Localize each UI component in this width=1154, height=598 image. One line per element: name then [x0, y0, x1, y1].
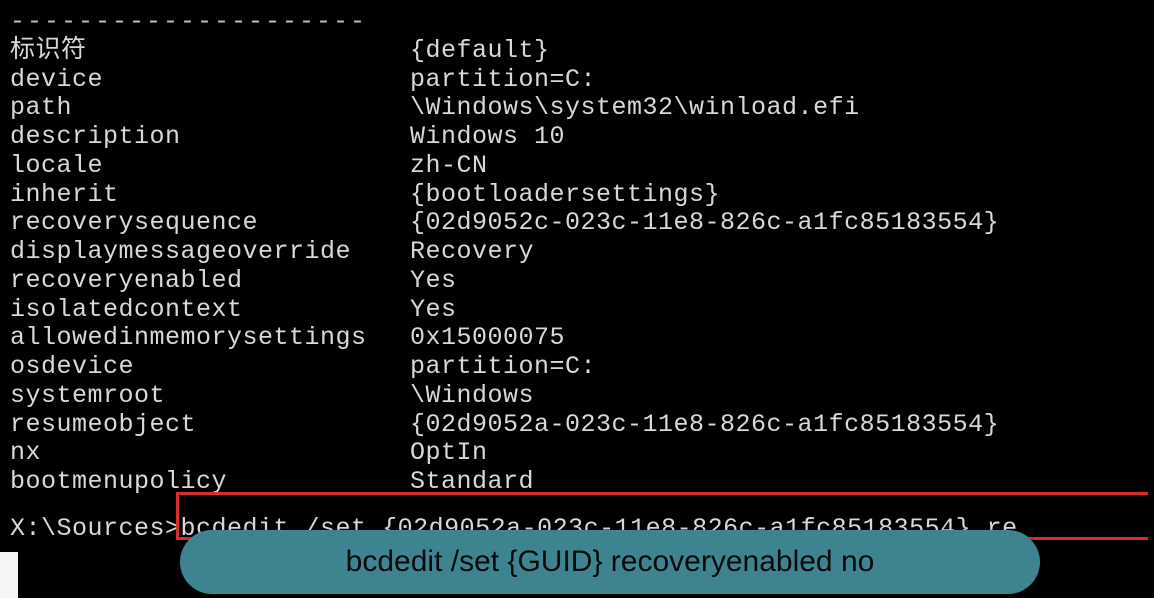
bcd-entry-row: allowedinmemorysettings 0x15000075: [10, 324, 1144, 353]
bcd-key-displaymessageoverride: displaymessageoverride: [10, 238, 410, 267]
bcd-value-allowedinmemorysettings: 0x15000075: [410, 324, 565, 353]
bcd-value-path: \Windows\system32\winload.efi: [410, 94, 860, 123]
terminal-window[interactable]: --------------------- 标识符 {default} devi…: [0, 0, 1154, 598]
bcd-entry-row: device partition=C:: [10, 66, 1144, 95]
bcd-entry-row: recoverysequence {02d9052c-023c-11e8-826…: [10, 209, 1144, 238]
bcd-value-recoveryenabled: Yes: [410, 267, 457, 296]
bcd-entry-row: osdevice partition=C:: [10, 353, 1144, 382]
bcd-entry-row: inherit {bootloadersettings}: [10, 181, 1144, 210]
bcd-key-allowedinmemorysettings: allowedinmemorysettings: [10, 324, 410, 353]
bcd-value-resumeobject: {02d9052a-023c-11e8-826c-a1fc85183554}: [410, 411, 999, 440]
bcd-key-path: path: [10, 94, 410, 123]
annotation-callout: bcdedit /set {GUID} recoveryenabled no: [180, 530, 1040, 594]
bcd-key-recoveryenabled: recoveryenabled: [10, 267, 410, 296]
bcd-entry-row: description Windows 10: [10, 123, 1144, 152]
bcd-entry-row: locale zh-CN: [10, 152, 1144, 181]
bcd-value-isolatedcontext: Yes: [410, 296, 457, 325]
bcd-value-recoverysequence: {02d9052c-023c-11e8-826c-a1fc85183554}: [410, 209, 999, 238]
bcd-value-systemroot: \Windows: [410, 382, 534, 411]
bcd-key-description: description: [10, 123, 410, 152]
bcd-key-recoverysequence: recoverysequence: [10, 209, 410, 238]
bcd-value-identifier: {default}: [410, 37, 550, 66]
bcd-key-isolatedcontext: isolatedcontext: [10, 296, 410, 325]
bcd-entry-row: isolatedcontext Yes: [10, 296, 1144, 325]
bcd-entry-row: path \Windows\system32\winload.efi: [10, 94, 1144, 123]
bcd-key-device: device: [10, 66, 410, 95]
bcd-key-osdevice: osdevice: [10, 353, 410, 382]
bcd-entry-row: displaymessageoverride Recovery: [10, 238, 1144, 267]
bcd-value-displaymessageoverride: Recovery: [410, 238, 534, 267]
bcd-value-description: Windows 10: [410, 123, 565, 152]
bcd-entry-row: resumeobject {02d9052a-023c-11e8-826c-a1…: [10, 411, 1144, 440]
bcd-key-bootmenupolicy: bootmenupolicy: [10, 468, 410, 497]
bcd-value-osdevice: partition=C:: [410, 353, 596, 382]
bcd-value-inherit: {bootloadersettings}: [410, 181, 720, 210]
bcd-key-systemroot: systemroot: [10, 382, 410, 411]
bcd-value-bootmenupolicy: Standard: [410, 468, 534, 497]
bcd-entry-row: systemroot \Windows: [10, 382, 1144, 411]
bcd-entry-row: nx OptIn: [10, 439, 1144, 468]
bcd-key-resumeobject: resumeobject: [10, 411, 410, 440]
prompt-text: X:\Sources>: [10, 514, 181, 543]
bcd-key-inherit: inherit: [10, 181, 410, 210]
bcd-value-device: partition=C:: [410, 66, 596, 95]
bcd-key-identifier: 标识符: [10, 37, 410, 66]
callout-text: bcdedit /set {GUID} recoveryenabled no: [346, 545, 875, 579]
bcd-key-nx: nx: [10, 439, 410, 468]
edge-artifact: [0, 552, 18, 598]
bcd-value-nx: OptIn: [410, 439, 488, 468]
bcd-entry-row: bootmenupolicy Standard: [10, 468, 1144, 497]
bcd-key-locale: locale: [10, 152, 410, 181]
bcd-entry-row: 标识符 {default}: [10, 37, 1144, 66]
bcd-value-locale: zh-CN: [410, 152, 488, 181]
bcd-entry-row: recoveryenabled Yes: [10, 267, 1144, 296]
section-divider: ---------------------: [10, 8, 1144, 37]
